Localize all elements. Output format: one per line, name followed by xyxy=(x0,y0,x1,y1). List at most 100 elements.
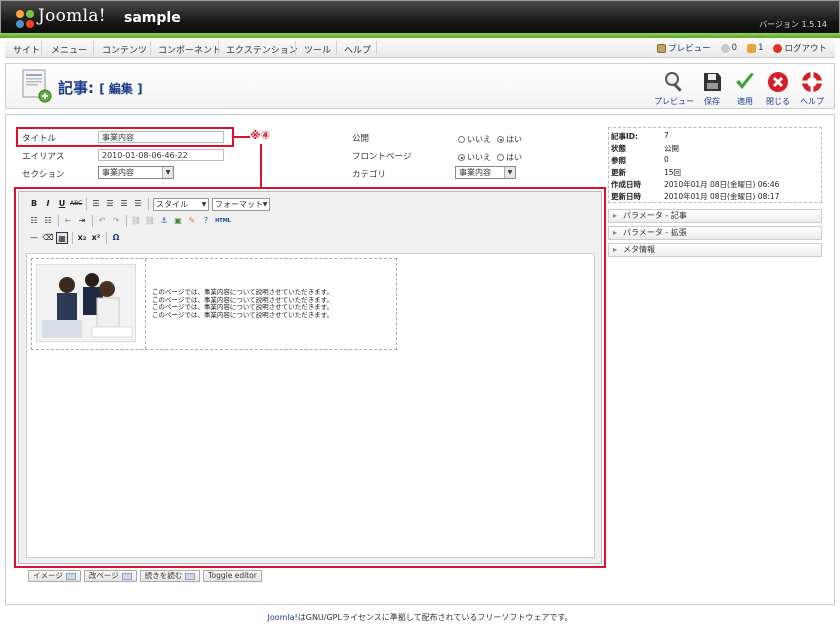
users-status[interactable]: 1 xyxy=(747,43,763,53)
panel-params-advanced[interactable]: パラメータ - 拡張 xyxy=(608,226,822,240)
unlink-icon[interactable]: ⛓ xyxy=(144,215,156,227)
footer: Joomla!はGNU/GPLライセンスに準拠して配布されているフリーソフトウェ… xyxy=(267,613,573,622)
underline-button[interactable]: U xyxy=(56,198,68,210)
published-label: 公開 xyxy=(352,134,370,144)
chevron-down-icon: ▼ xyxy=(504,167,515,178)
users-icon xyxy=(747,43,757,53)
magnifier-icon xyxy=(665,72,682,92)
menu-bar: サイト メニュー コンテンツ コンポーネント エクステンション ツール ヘルプ … xyxy=(5,38,835,58)
align-left-icon[interactable]: ☰ xyxy=(90,198,102,210)
toggle-editor-button[interactable]: Toggle editor xyxy=(203,570,262,582)
bullet-list-icon[interactable]: ☷ xyxy=(28,215,40,227)
section-label: セクション xyxy=(22,170,65,180)
content-text: このページでは、事業内容について説明させていただきます。 このページでは、事業内… xyxy=(152,288,334,319)
status-area: プレビュー 0 1 ログアウト xyxy=(657,42,827,54)
close-icon xyxy=(768,72,788,92)
help-button[interactable]: ヘルプ xyxy=(794,70,830,106)
preview-button[interactable]: プレビュー xyxy=(654,70,694,106)
content-table: このページでは、事業内容について説明させていただきます。 このページでは、事業内… xyxy=(31,258,397,350)
image-button[interactable]: イメージ xyxy=(28,570,81,582)
strikethrough-button[interactable]: ABC xyxy=(70,198,82,210)
chevron-down-icon: ▼ xyxy=(201,201,207,208)
menu-item-components[interactable]: コンポーネント xyxy=(158,43,221,56)
alias-label: エイリアス xyxy=(22,152,65,162)
panel-metadata[interactable]: メタ情報 xyxy=(608,243,822,257)
article-edit-icon xyxy=(22,69,52,103)
special-char-icon[interactable]: Ω xyxy=(110,232,122,244)
bold-button[interactable]: B xyxy=(28,198,40,210)
panel-params-article[interactable]: パラメータ - 記事 xyxy=(608,209,822,223)
pagebreak-icon xyxy=(121,572,132,580)
visual-aid-icon[interactable]: ▦ xyxy=(56,232,68,244)
anchor-icon[interactable]: ⚓ xyxy=(158,215,170,227)
indent-icon[interactable]: ⇥ xyxy=(76,215,88,227)
frontpage-label: フロントページ xyxy=(352,152,412,162)
align-center-icon[interactable]: ☰ xyxy=(104,198,116,210)
editor-buttons: イメージ 改ページ 続きを読む Toggle editor xyxy=(28,570,262,582)
category-select[interactable]: 事業内容 ▼ xyxy=(455,166,516,179)
frontpage-no-radio[interactable]: いいえ xyxy=(458,152,491,163)
style-select[interactable]: スタイル ▼ xyxy=(153,198,209,211)
check-icon xyxy=(736,73,754,89)
joomla-logo-icon xyxy=(16,10,34,28)
menu-item-content[interactable]: コンテンツ xyxy=(102,43,147,56)
image-icon xyxy=(65,572,76,580)
logo-text: Joomla! xyxy=(38,6,106,26)
pagebreak-button[interactable]: 改ページ xyxy=(83,570,137,582)
editor-toolbar: B I U ABC ☰ ☰ ☰ ☰ スタイル ▼ フォーマット ▼ ☷ ☷ ⇤ … xyxy=(22,195,598,249)
editor-content-area[interactable]: このページでは、事業内容について説明させていただきます。 このページでは、事業内… xyxy=(26,253,595,558)
article-details: 記事ID: 7 状態 公開 参照 0 更新 15回 作成日時 2010年01月 … xyxy=(608,127,822,203)
save-disk-icon xyxy=(704,73,721,91)
rich-text-editor: B I U ABC ☰ ☰ ☰ ☰ スタイル ▼ フォーマット ▼ ☷ ☷ ⇤ … xyxy=(18,191,602,564)
help-circle-icon[interactable]: ? xyxy=(200,215,212,227)
superscript-icon[interactable]: x² xyxy=(90,232,102,244)
italic-button[interactable]: I xyxy=(42,198,54,210)
title-highlight-box xyxy=(16,127,234,147)
callout-connector-vertical xyxy=(260,144,262,187)
menu-item-extensions[interactable]: エクステンション xyxy=(226,43,298,56)
version-label: バージョン 1.5.14 xyxy=(759,20,827,29)
outdent-icon[interactable]: ⇤ xyxy=(62,215,74,227)
align-justify-icon[interactable]: ☰ xyxy=(132,198,144,210)
menu-item-menus[interactable]: メニュー xyxy=(51,43,87,56)
toolbar-box: 記事: [ 編集 ] プレビュー 保存 適用 閉じる ヘルプ xyxy=(5,63,835,109)
category-label: カテゴリ xyxy=(352,170,387,180)
preview-site-icon xyxy=(657,43,667,53)
align-right-icon[interactable]: ☰ xyxy=(118,198,130,210)
image-icon[interactable]: ▣ xyxy=(172,215,184,227)
site-name: sample xyxy=(124,10,181,26)
page-title: 記事: [ 編集 ] xyxy=(58,79,143,97)
html-source-button[interactable]: HTML xyxy=(215,215,231,227)
frontpage-yes-radio[interactable]: はい xyxy=(497,152,522,163)
readmore-icon xyxy=(185,572,196,580)
joomla-link[interactable]: Joomla! xyxy=(267,613,297,622)
business-photo-image xyxy=(36,264,136,342)
horizontal-rule-icon[interactable]: — xyxy=(28,232,40,244)
undo-icon[interactable]: ↶ xyxy=(96,215,108,227)
redo-icon[interactable]: ↷ xyxy=(110,215,122,227)
subscript-icon[interactable]: x₂ xyxy=(76,232,88,244)
logout-link[interactable]: ログアウト xyxy=(773,42,827,54)
format-select[interactable]: フォーマット ▼ xyxy=(212,198,270,211)
readmore-button[interactable]: 続きを読む xyxy=(139,570,201,582)
published-yes-radio[interactable]: はい xyxy=(497,134,522,145)
alias-input[interactable] xyxy=(98,149,224,161)
remove-format-icon[interactable]: ⌫ xyxy=(42,232,54,244)
menu-item-help[interactable]: ヘルプ xyxy=(344,43,371,56)
callout-marker: ※④ xyxy=(250,129,271,142)
messages-status[interactable]: 0 xyxy=(720,43,737,53)
numbered-list-icon[interactable]: ☷ xyxy=(42,215,54,227)
link-icon[interactable]: ⛓ xyxy=(130,215,142,227)
cleanup-icon[interactable]: ✎ xyxy=(186,215,198,227)
menu-item-site[interactable]: サイト xyxy=(13,43,40,56)
published-no-radio[interactable]: いいえ xyxy=(458,134,491,145)
messages-icon xyxy=(720,43,730,53)
menu-item-tools[interactable]: ツール xyxy=(304,43,331,56)
section-select[interactable]: 事業内容 ▼ xyxy=(98,166,174,179)
main-panel: タイトル エイリアス セクション 事業内容 ▼ 公開 いいえ はい フロントペー… xyxy=(5,114,835,605)
preview-link[interactable]: プレビュー xyxy=(657,42,711,54)
lifebuoy-icon xyxy=(802,72,822,92)
callout-connector xyxy=(234,136,250,138)
frontpage-radio-group: いいえ はい xyxy=(458,152,522,163)
chevron-down-icon: ▼ xyxy=(162,167,173,178)
